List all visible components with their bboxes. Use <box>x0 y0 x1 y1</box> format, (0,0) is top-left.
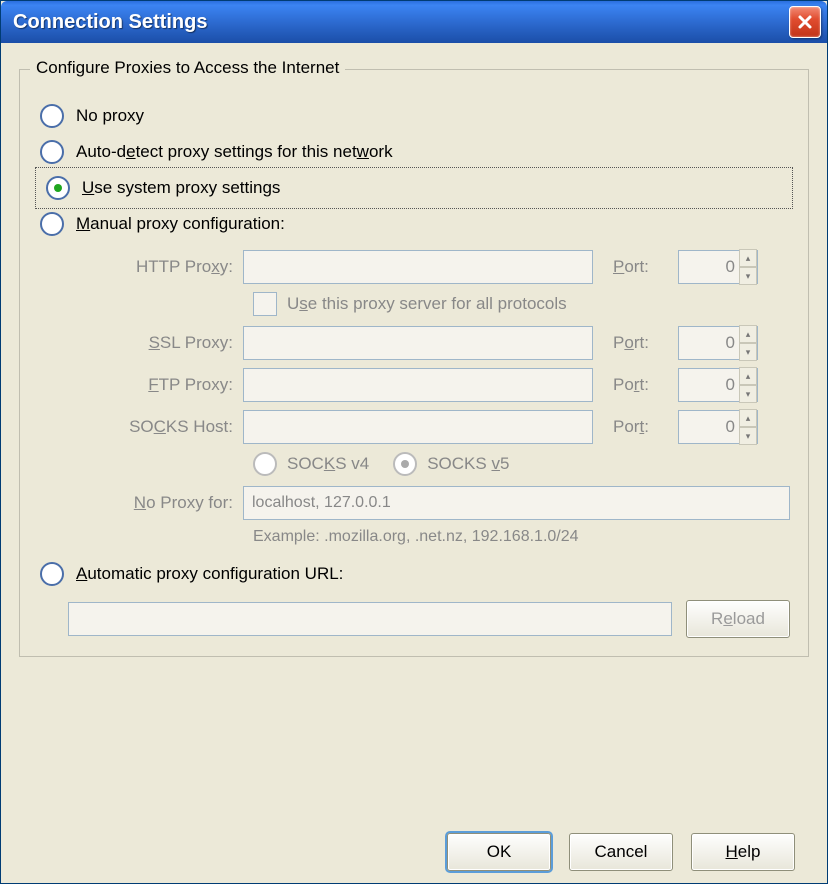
radio-icon <box>393 452 417 476</box>
ssl-proxy-row: SSL Proxy: Port: 0 ▴ ▾ <box>68 326 790 360</box>
ftp-port-label: Port: <box>603 375 668 395</box>
socks-host-label: SOCKS Host: <box>68 417 233 437</box>
ssl-proxy-input[interactable] <box>243 326 593 360</box>
radio-label: Auto-detect proxy settings for this netw… <box>76 142 393 162</box>
help-button[interactable]: Help <box>691 833 795 871</box>
titlebar: Connection Settings <box>1 1 827 43</box>
checkbox-icon <box>253 292 277 316</box>
http-proxy-input[interactable] <box>243 250 593 284</box>
use-same-proxy-checkbox[interactable]: Use this proxy server for all protocols <box>253 292 790 316</box>
http-proxy-label: HTTP Proxy: <box>68 257 233 277</box>
radio-icon <box>46 176 70 200</box>
checkbox-label: Use this proxy server for all protocols <box>287 294 567 314</box>
spinner-down-icon[interactable]: ▾ <box>739 427 757 445</box>
noproxy-example: Example: .mozilla.org, .net.nz, 192.168.… <box>253 528 790 546</box>
radio-icon <box>253 452 277 476</box>
window-title: Connection Settings <box>13 11 789 34</box>
socks-port-field[interactable]: 0 ▴ ▾ <box>678 410 758 444</box>
spinner-up-icon[interactable]: ▴ <box>739 367 757 385</box>
radio-auto-detect[interactable]: Auto-detect proxy settings for this netw… <box>38 134 790 170</box>
radio-label: SOCKS v4 <box>287 454 369 474</box>
ftp-proxy-label: FTP Proxy: <box>68 375 233 395</box>
radio-socks-v5[interactable]: SOCKS v5 <box>393 452 509 476</box>
ftp-port-value: 0 <box>679 375 739 395</box>
radio-icon <box>40 104 64 128</box>
ftp-port-field[interactable]: 0 ▴ ▾ <box>678 368 758 402</box>
spinner-up-icon[interactable]: ▴ <box>739 249 757 267</box>
cancel-button[interactable]: Cancel <box>569 833 673 871</box>
radio-socks-v4[interactable]: SOCKS v4 <box>253 452 369 476</box>
http-port-field[interactable]: 0 ▴ ▾ <box>678 250 758 284</box>
pac-url-input[interactable] <box>68 602 672 636</box>
spinner-down-icon[interactable]: ▾ <box>739 385 757 403</box>
socks-host-row: SOCKS Host: Port: 0 ▴ ▾ <box>68 410 790 444</box>
noproxy-row: No Proxy for: <box>68 486 790 520</box>
radio-label: Automatic proxy configuration URL: <box>76 564 343 584</box>
groupbox-legend: Configure Proxies to Access the Internet <box>30 58 345 78</box>
ssl-proxy-label: SSL Proxy: <box>68 333 233 353</box>
radio-icon <box>40 140 64 164</box>
pac-url-row: Reload <box>68 600 790 638</box>
close-icon <box>797 14 813 30</box>
radio-no-proxy[interactable]: No proxy <box>38 98 790 134</box>
ftp-proxy-input[interactable] <box>243 368 593 402</box>
close-button[interactable] <box>789 6 821 38</box>
client-area: Configure Proxies to Access the Internet… <box>1 43 827 883</box>
manual-config-panel: HTTP Proxy: Port: 0 ▴ ▾ <box>68 250 790 546</box>
radio-manual[interactable]: Manual proxy configuration: <box>38 206 790 242</box>
http-port-value: 0 <box>679 257 739 277</box>
noproxy-label: No Proxy for: <box>68 493 233 513</box>
ftp-proxy-row: FTP Proxy: Port: 0 ▴ ▾ <box>68 368 790 402</box>
spinner: ▴ ▾ <box>739 367 757 403</box>
radio-label: SOCKS v5 <box>427 454 509 474</box>
ssl-port-value: 0 <box>679 333 739 353</box>
radio-label: Use system proxy settings <box>82 178 280 198</box>
radio-auto-url[interactable]: Automatic proxy configuration URL: <box>38 556 790 592</box>
radio-label: No proxy <box>76 106 144 126</box>
socks-version-row: SOCKS v4 SOCKS v5 <box>253 452 790 476</box>
spinner-down-icon[interactable]: ▾ <box>739 343 757 361</box>
radio-icon <box>40 212 64 236</box>
socks-port-value: 0 <box>679 417 739 437</box>
noproxy-input[interactable] <box>243 486 790 520</box>
radio-use-system[interactable]: Use system proxy settings <box>38 170 790 206</box>
reload-button[interactable]: Reload <box>686 600 790 638</box>
spinner: ▴ ▾ <box>739 409 757 445</box>
spinner-up-icon[interactable]: ▴ <box>739 409 757 427</box>
ssl-port-field[interactable]: 0 ▴ ▾ <box>678 326 758 360</box>
radio-label: Manual proxy configuration: <box>76 214 285 234</box>
spinner: ▴ ▾ <box>739 249 757 285</box>
http-port-label: Port: <box>603 257 668 277</box>
spinner: ▴ ▾ <box>739 325 757 361</box>
socks-host-input[interactable] <box>243 410 593 444</box>
http-proxy-row: HTTP Proxy: Port: 0 ▴ ▾ <box>68 250 790 284</box>
ok-button[interactable]: OK <box>447 833 551 871</box>
spinner-down-icon[interactable]: ▾ <box>739 267 757 285</box>
dialog-button-bar: OK Cancel Help <box>19 819 809 871</box>
proxy-groupbox: Configure Proxies to Access the Internet… <box>19 69 809 657</box>
dialog-window: Connection Settings Configure Proxies to… <box>0 0 828 884</box>
radio-icon <box>40 562 64 586</box>
ssl-port-label: Port: <box>603 333 668 353</box>
spinner-up-icon[interactable]: ▴ <box>739 325 757 343</box>
socks-port-label: Port: <box>603 417 668 437</box>
